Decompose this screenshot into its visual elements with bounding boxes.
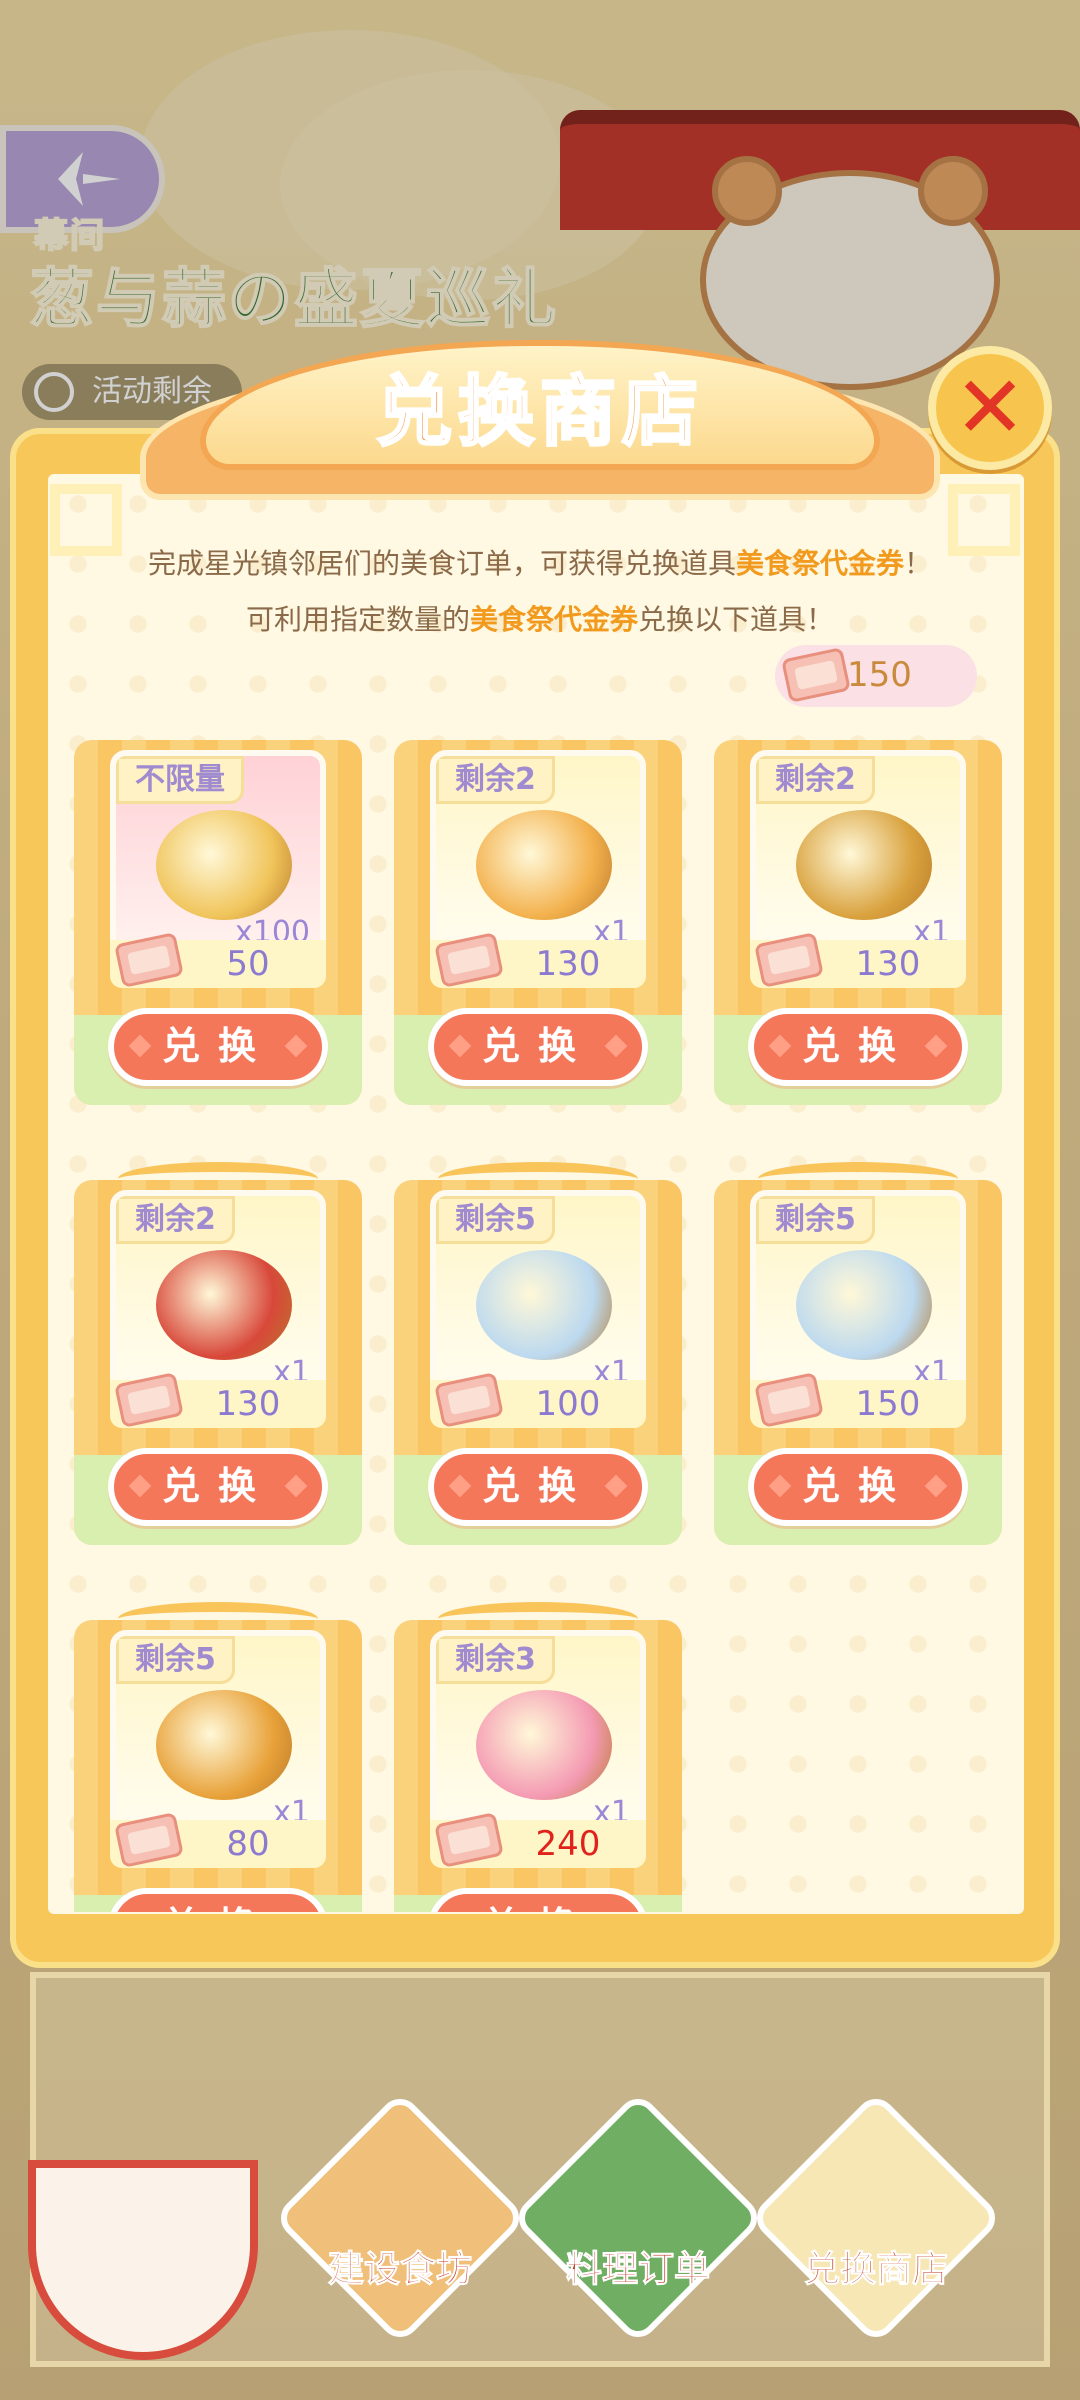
item-slot[interactable]: 剩余3 x1: [430, 1630, 646, 1842]
item-slot[interactable]: 剩余5 x1: [750, 1190, 966, 1402]
stock-badge: 剩余5: [756, 1196, 875, 1244]
voucher-ticket-icon: [114, 1812, 184, 1868]
item-slot[interactable]: 剩余2 x1: [430, 750, 646, 962]
shop-item-card: 剩余2 x1 130 兑换: [714, 740, 1002, 1105]
crab-dumpling-icon: [476, 810, 612, 920]
shop-item-card: 剩余2 x1 130 兑换: [74, 1162, 362, 1545]
price-value: 80: [226, 1824, 270, 1864]
shop-item-card: 剩余5 x1 150 兑换: [714, 1162, 1002, 1545]
price-value: 130: [535, 944, 601, 984]
stock-badge: 剩余2: [436, 756, 555, 804]
price-value: 130: [215, 1384, 281, 1424]
grocery-bag-pink-icon: [476, 1690, 612, 1800]
shop-title-banner: 兑换商店: [140, 330, 940, 500]
golden-pot-icon: [796, 810, 932, 920]
exchange-button[interactable]: 兑换: [428, 1888, 648, 1912]
item-slot[interactable]: 剩余2 x1: [750, 750, 966, 962]
item-price: 240: [430, 1812, 646, 1868]
exchange-button[interactable]: 兑换: [428, 1448, 648, 1526]
voucher-ticket-icon: [434, 932, 504, 988]
tomato-stew-icon: [156, 1250, 292, 1360]
stock-badge: 剩余5: [116, 1636, 235, 1684]
corner-ornament: [948, 484, 1020, 556]
shop-item-grid: 不限量 x100 50 兑换 剩余2 x1 130 兑换 剩余2 x1 130 兑换 剩余2 x1 130 兑…: [74, 732, 1004, 1912]
close-icon: ✕: [953, 358, 1027, 458]
stock-badge: 不限量: [116, 756, 244, 804]
item-price: 150: [750, 1372, 966, 1428]
exchange-button[interactable]: 兑换: [748, 1448, 968, 1526]
exchange-button[interactable]: 兑换: [108, 1448, 328, 1526]
exchange-button[interactable]: 兑换: [428, 1008, 648, 1086]
item-price: 130: [430, 932, 646, 988]
price-value: 100: [535, 1384, 601, 1424]
stock-badge: 剩余2: [116, 1196, 235, 1244]
sticker-pack-icon: [796, 1250, 932, 1360]
item-slot[interactable]: 剩余5 x1: [430, 1190, 646, 1402]
item-price: 50: [110, 932, 326, 988]
item-price: 80: [110, 1812, 326, 1868]
item-price: 130: [110, 1372, 326, 1428]
close-button[interactable]: ✕: [928, 346, 1052, 470]
sticker-pack-icon: [476, 1250, 612, 1360]
exchange-button[interactable]: 兑换: [108, 1008, 328, 1086]
shop-item-card: 剩余2 x1 130 兑换: [394, 740, 682, 1105]
item-slot[interactable]: 剩余5 x1: [110, 1630, 326, 1842]
exchange-button[interactable]: 兑换: [108, 1888, 328, 1912]
item-price: 130: [750, 932, 966, 988]
shop-item-card: 剩余5 x1 100 兑换: [394, 1162, 682, 1545]
item-slot[interactable]: 不限量 x100: [110, 750, 326, 962]
gold-coins-icon: [156, 810, 292, 920]
stock-badge: 剩余3: [436, 1636, 555, 1684]
item-price: 100: [430, 1372, 646, 1428]
voucher-ticket-icon: [754, 932, 824, 988]
price-value: 130: [855, 944, 921, 984]
shop-description: 完成星光镇邻居们的美食订单，可获得兑换道具美食祭代金券！可利用指定数量的美食祭代…: [147, 547, 933, 636]
corner-ornament: [50, 484, 122, 556]
shop-title: 兑换商店: [375, 366, 704, 458]
stock-badge: 剩余5: [436, 1196, 555, 1244]
shop-item-card: 不限量 x100 50 兑换: [74, 740, 362, 1105]
voucher-ticket-icon: [114, 932, 184, 988]
voucher-ticket-icon: [754, 1372, 824, 1428]
voucher-ticket-icon: [434, 1372, 504, 1428]
shop-item-card: 剩余3x1240 兑换: [394, 1602, 682, 1912]
shop-item-card: 剩余5x180 兑换: [74, 1602, 362, 1912]
price-value: 50: [226, 944, 270, 984]
nav-build-label: 建设食坊: [327, 2249, 472, 2291]
voucher-ticket-icon: [434, 1812, 504, 1868]
exchange-button[interactable]: 兑换: [748, 1008, 968, 1086]
voucher-balance-value: 150: [847, 655, 912, 695]
voucher-ticket-icon: [781, 647, 851, 703]
item-slot[interactable]: 剩余2 x1: [110, 1190, 326, 1402]
grocery-bag-orange-icon: [156, 1690, 292, 1800]
price-value: 240: [535, 1824, 601, 1864]
nav-shop-label: 兑换商店: [803, 2249, 948, 2291]
price-value: 150: [855, 1384, 921, 1424]
nav-orders-label: 料理订单: [565, 2249, 710, 2291]
voucher-balance: 150: [775, 645, 977, 707]
voucher-ticket-icon: [114, 1372, 184, 1428]
stock-badge: 剩余2: [756, 756, 875, 804]
